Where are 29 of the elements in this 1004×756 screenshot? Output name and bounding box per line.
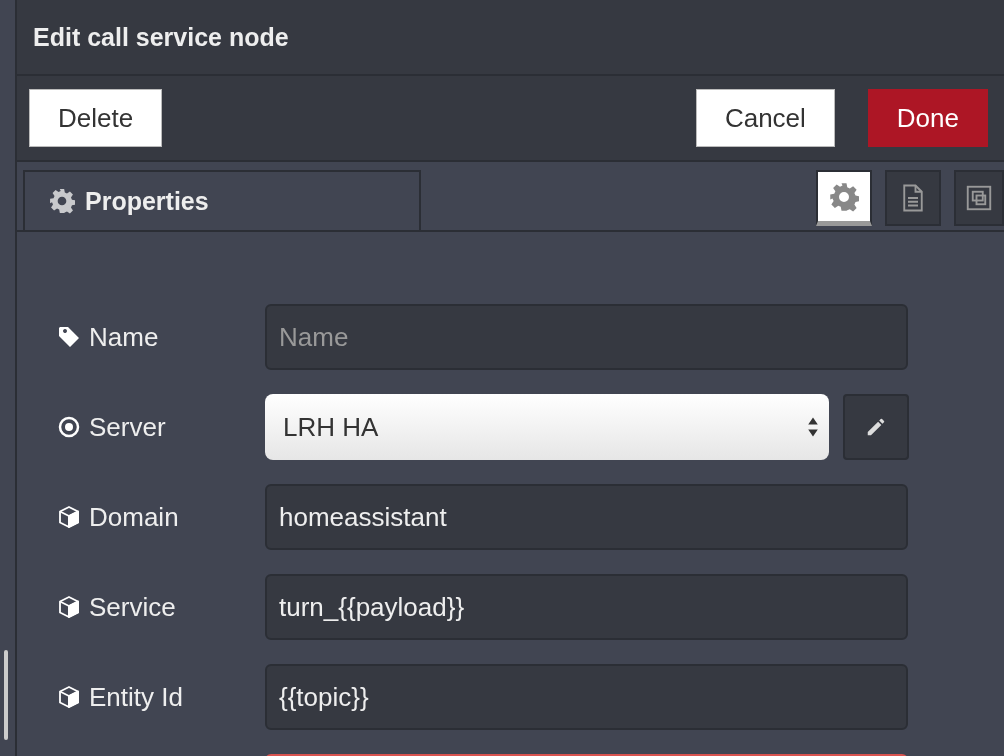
dialog-title: Edit call service node bbox=[33, 22, 289, 52]
frames-icon bbox=[964, 183, 994, 213]
field-label: Entity Id bbox=[89, 681, 183, 713]
input-field[interactable]: {{topic}} bbox=[265, 664, 908, 730]
input-field[interactable]: Name bbox=[265, 304, 908, 370]
scrollbar[interactable] bbox=[4, 650, 8, 740]
input-field[interactable]: homeassistant bbox=[265, 484, 908, 550]
input-field[interactable]: turn_{{payload}} bbox=[265, 574, 908, 640]
view-tab[interactable] bbox=[816, 170, 872, 226]
pencil-icon bbox=[865, 416, 887, 438]
gear-icon bbox=[49, 188, 75, 214]
field-label: Server bbox=[89, 411, 166, 443]
up-down-arrows-icon bbox=[807, 415, 819, 439]
field-label: Service bbox=[89, 591, 176, 623]
target-icon bbox=[57, 415, 81, 439]
field-label: Domain bbox=[89, 501, 179, 533]
server-select[interactable]: LRH HA bbox=[265, 394, 829, 460]
tab-label: Properties bbox=[85, 186, 209, 216]
field-label: Name bbox=[89, 321, 159, 353]
properties-tab[interactable]: Properties bbox=[23, 170, 421, 230]
cancel-button[interactable]: Cancel bbox=[695, 89, 835, 147]
cube-icon bbox=[57, 595, 81, 619]
tag-icon bbox=[57, 325, 81, 349]
cube-icon bbox=[57, 505, 81, 529]
gear-icon bbox=[829, 181, 859, 212]
edit-button[interactable] bbox=[843, 394, 909, 460]
cube-icon bbox=[57, 685, 81, 709]
delete-button[interactable]: Delete bbox=[29, 89, 163, 147]
done-button[interactable]: Done bbox=[867, 89, 988, 147]
